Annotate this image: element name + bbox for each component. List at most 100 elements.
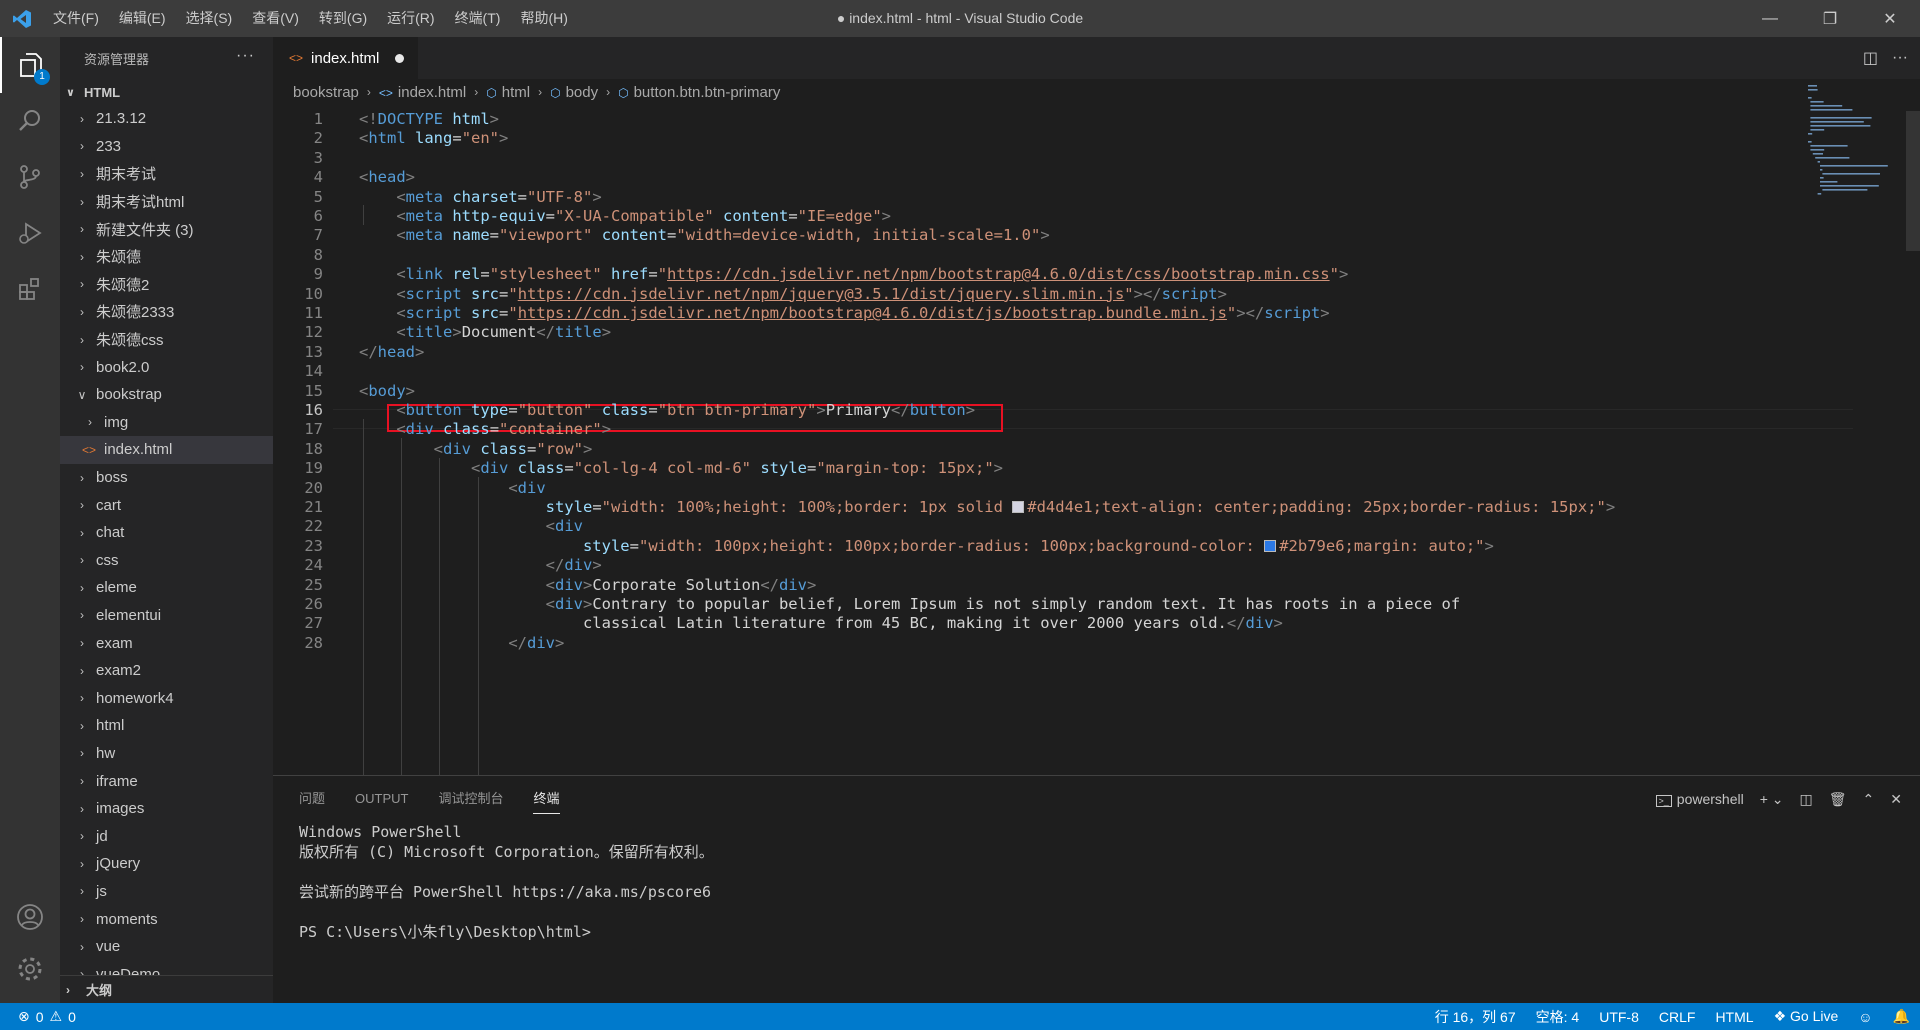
color-swatch[interactable] bbox=[1012, 501, 1025, 513]
more-actions-icon[interactable]: ··· bbox=[236, 47, 255, 65]
close-panel-icon[interactable]: ✕ bbox=[1890, 791, 1902, 808]
chevron-right-icon: › bbox=[606, 85, 611, 99]
cursor-position[interactable]: 行 16，列 67 bbox=[1425, 1007, 1526, 1027]
breadcrumb-item[interactable]: ⬡ html bbox=[486, 84, 530, 101]
menu-item[interactable]: 选择(S) bbox=[176, 0, 243, 37]
code-token: < bbox=[359, 168, 369, 187]
split-editor-icon[interactable]: ◫ bbox=[1863, 48, 1878, 68]
folder-item[interactable]: › html bbox=[60, 712, 273, 740]
panel-tab[interactable]: OUTPUT bbox=[355, 784, 408, 814]
panel-tab[interactable]: 调试控制台 bbox=[438, 784, 503, 814]
more-actions-icon[interactable]: ··· bbox=[1892, 49, 1908, 67]
folder-item[interactable]: › exam bbox=[60, 629, 273, 657]
code-token: > bbox=[1320, 304, 1330, 322]
folder-item[interactable]: › moments bbox=[60, 905, 273, 933]
menu-item[interactable]: 帮助(H) bbox=[510, 0, 577, 37]
unsaved-dot-icon[interactable] bbox=[395, 53, 405, 63]
maximize-panel-icon[interactable]: ⌃ bbox=[1863, 791, 1875, 808]
panel-tab[interactable]: 问题 bbox=[299, 784, 325, 814]
search-icon[interactable] bbox=[0, 93, 60, 149]
minimap[interactable] bbox=[1800, 79, 1920, 775]
folder-item[interactable]: › hw bbox=[60, 740, 273, 768]
accounts-icon[interactable] bbox=[0, 889, 60, 945]
code-token: = bbox=[527, 439, 537, 458]
close-button[interactable]: ✕ bbox=[1860, 0, 1920, 37]
folder-item[interactable]: › 朱颂德2333 bbox=[60, 298, 273, 326]
tab-index-html[interactable]: <> index.html bbox=[273, 37, 420, 79]
folder-item[interactable]: › img bbox=[60, 409, 273, 437]
folder-item[interactable]: › 朱颂德2 bbox=[60, 271, 273, 299]
run-debug-icon[interactable] bbox=[0, 205, 60, 261]
breadcrumb-item[interactable]: <> index.html bbox=[379, 84, 466, 101]
outline-section[interactable]: › 大纲 bbox=[60, 975, 273, 1003]
breadcrumb-item[interactable]: ⬡ body bbox=[550, 84, 598, 101]
color-swatch[interactable] bbox=[1264, 539, 1277, 552]
folder-item[interactable]: ∨ bookstrap bbox=[60, 381, 273, 409]
editor-scrollbar[interactable] bbox=[1906, 111, 1920, 251]
folder-item[interactable]: › 朱颂德css bbox=[60, 326, 273, 354]
folder-item[interactable]: › 期末考试html bbox=[60, 188, 273, 216]
new-terminal-icon[interactable]: + ⌄ bbox=[1760, 791, 1784, 808]
line-ending[interactable]: CRLF bbox=[1649, 1009, 1706, 1025]
menu-item[interactable]: 终端(T) bbox=[445, 0, 511, 37]
language-mode[interactable]: HTML bbox=[1705, 1009, 1763, 1025]
trash-icon[interactable]: 🗑 bbox=[1829, 791, 1847, 808]
folder-item[interactable]: › 新建文件夹 (3) bbox=[60, 215, 273, 243]
folder-item[interactable]: › images bbox=[60, 795, 273, 823]
folder-item[interactable]: › jd bbox=[60, 822, 273, 850]
folder-item[interactable]: › homework4 bbox=[60, 684, 273, 712]
code-token: > bbox=[1338, 265, 1349, 284]
folder-item[interactable]: › chat bbox=[60, 519, 273, 547]
file-item[interactable]: <> index.html bbox=[60, 436, 273, 464]
indentation[interactable]: 空格: 4 bbox=[1526, 1007, 1590, 1027]
code-line: <div class="row"> bbox=[359, 439, 593, 458]
code-line: <div bbox=[359, 517, 583, 535]
folder-item[interactable]: › cart bbox=[60, 491, 273, 519]
code-token: link bbox=[405, 265, 443, 284]
menu-item[interactable]: 运行(R) bbox=[377, 0, 444, 37]
encoding[interactable]: UTF-8 bbox=[1589, 1009, 1649, 1025]
restore-button[interactable]: ❐ bbox=[1800, 0, 1860, 37]
code-token: script bbox=[1161, 284, 1218, 303]
menu-item[interactable]: 文件(F) bbox=[43, 0, 109, 37]
workspace-section[interactable]: ∨ HTML bbox=[60, 79, 273, 105]
folder-item[interactable]: › jQuery bbox=[60, 850, 273, 878]
terminal-selector[interactable]: >_ powershell bbox=[1655, 791, 1744, 807]
folder-item[interactable]: › 21.3.12 bbox=[60, 105, 273, 133]
menu-item[interactable]: 查看(V) bbox=[242, 0, 309, 37]
menu-item[interactable]: 编辑(E) bbox=[109, 0, 176, 37]
folder-item[interactable]: › book2.0 bbox=[60, 353, 273, 381]
feedback-icon[interactable]: ☺ bbox=[1848, 1009, 1882, 1025]
explorer-icon[interactable]: 1 bbox=[0, 37, 60, 93]
breadcrumb-item[interactable]: ⬡ button.btn.btn-primary bbox=[618, 84, 780, 101]
folder-item[interactable]: › vue bbox=[60, 933, 273, 961]
folder-item[interactable]: › eleme bbox=[60, 574, 273, 602]
panel-tab[interactable]: 终端 bbox=[533, 784, 560, 814]
source-control-icon[interactable] bbox=[0, 149, 60, 205]
menu-item[interactable]: 转到(G) bbox=[309, 0, 377, 37]
folder-item[interactable]: › iframe bbox=[60, 767, 273, 795]
notifications-bell-icon[interactable]: 🔔 bbox=[1883, 1008, 1920, 1025]
folder-item[interactable]: › 期末考试 bbox=[60, 160, 273, 188]
minimize-button[interactable]: — bbox=[1740, 0, 1800, 37]
folder-item[interactable]: › js bbox=[60, 878, 273, 906]
folder-item[interactable]: › css bbox=[60, 547, 273, 575]
folder-item[interactable]: › boss bbox=[60, 464, 273, 492]
breadcrumb-item[interactable]: bookstrap bbox=[293, 84, 359, 101]
settings-gear-icon[interactable] bbox=[0, 941, 60, 997]
terminal-output[interactable]: Windows PowerShell 版权所有 (C) Microsoft Co… bbox=[299, 822, 714, 942]
folder-item[interactable]: › 233 bbox=[60, 133, 273, 161]
extensions-icon[interactable] bbox=[0, 261, 60, 317]
problems-status[interactable]: ⊗ 0 ⚠ 0 bbox=[0, 1008, 76, 1025]
go-live-button[interactable]: ❖ Go Live bbox=[1764, 1008, 1849, 1025]
folder-item[interactable]: › elementui bbox=[60, 602, 273, 630]
code-line: <meta http-equiv="X-UA-Compatible" conte… bbox=[359, 207, 891, 225]
code-token: Document bbox=[461, 323, 537, 342]
folder-item[interactable]: › exam2 bbox=[60, 657, 273, 685]
folder-item[interactable]: › 朱颂德 bbox=[60, 243, 273, 271]
split-terminal-icon[interactable]: ◫ bbox=[1800, 791, 1813, 808]
code-editor[interactable]: 1 <!DOCTYPE html> 2 <html lang="en"> 3 4 <head… bbox=[273, 108, 1920, 775]
code-token: https://cdn.jsdelivr.net/npm/bootstrap@4… bbox=[667, 265, 1330, 284]
